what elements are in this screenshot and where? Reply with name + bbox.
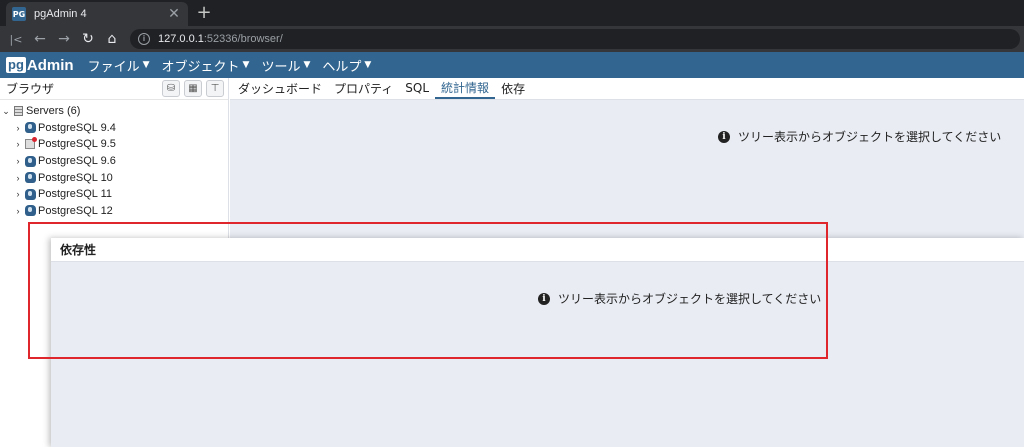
browser-panel-header: ブラウザ ⛁ ▦ ⊤ xyxy=(0,78,228,100)
tree-node-label: PostgreSQL 12 xyxy=(38,204,113,217)
logo-admin: Admin xyxy=(26,56,74,74)
chevron-right-icon[interactable]: › xyxy=(12,139,24,149)
browser-panel-title: ブラウザ xyxy=(6,82,55,96)
address-bar[interactable]: i 127.0.0.1:52336/browser/ xyxy=(130,29,1020,49)
postgresql-elephant-icon xyxy=(24,188,36,200)
pgadmin-favicon-icon: PG xyxy=(12,7,26,21)
server-disconnected-icon xyxy=(24,137,37,150)
chevron-down-icon[interactable]: ⌄ xyxy=(0,106,12,117)
tab-sql[interactable]: SQL xyxy=(399,77,435,99)
pgadmin-navbar: pg Admin ファイル ▼ オブジェクト ▼ ツール ▼ ヘルプ ▼ xyxy=(0,52,1024,78)
tree-node-label: PostgreSQL 9.6 xyxy=(38,155,116,168)
home-first-icon[interactable]: |< xyxy=(4,33,28,46)
url-host: 127.0.0.1 xyxy=(158,33,204,45)
tree-node-server[interactable]: › PostgreSQL 9.6 xyxy=(0,153,228,170)
menu-tools[interactable]: ツール ▼ xyxy=(261,56,310,75)
forward-arrow-icon[interactable]: → xyxy=(52,31,76,47)
url-path: :52336/browser/ xyxy=(203,33,283,45)
close-tab-icon[interactable]: ✕ xyxy=(166,6,182,22)
postgresql-elephant-icon xyxy=(24,172,36,184)
tree-node-label: Servers (6) xyxy=(26,105,81,118)
dependents-panel-header[interactable]: 依存性 xyxy=(51,238,1024,262)
postgresql-elephant-icon xyxy=(24,122,36,134)
chevron-right-icon[interactable]: › xyxy=(12,123,24,133)
object-tree: ⌄ Servers (6) › PostgreSQL 9.4 › Postgre… xyxy=(0,100,228,219)
menu-object-label: オブジェクト xyxy=(161,59,240,75)
menu-help[interactable]: ヘルプ ▼ xyxy=(322,56,371,75)
view-data-button[interactable]: ▦ xyxy=(184,80,202,97)
tree-node-label: PostgreSQL 9.4 xyxy=(38,121,116,134)
tree-node-server[interactable]: › PostgreSQL 12 xyxy=(0,203,228,220)
browser-tab-title: pgAdmin 4 xyxy=(34,8,87,20)
browser-tab-strip: PG pgAdmin 4 ✕ + xyxy=(0,0,1024,26)
chevron-down-icon: ▼ xyxy=(364,60,372,70)
chevron-right-icon[interactable]: › xyxy=(12,189,24,199)
filter-rows-button[interactable]: ⊤ xyxy=(206,80,224,97)
tab-statistics[interactable]: 統計情報 xyxy=(435,77,496,99)
browser-tab[interactable]: PG pgAdmin 4 ✕ xyxy=(6,2,188,26)
menu-file[interactable]: ファイル ▼ xyxy=(88,56,150,75)
browser-toolbar: |< ← → ↻ ⌂ i 127.0.0.1:52336/browser/ xyxy=(0,26,1024,52)
query-tool-button[interactable]: ⛁ xyxy=(162,80,180,97)
reload-icon[interactable]: ↻ xyxy=(76,31,100,47)
tree-node-label: PostgreSQL 9.5 xyxy=(38,138,116,151)
tab-properties[interactable]: プロパティ xyxy=(328,77,399,99)
tab-dependencies[interactable]: 依存 xyxy=(495,77,531,99)
postgresql-elephant-icon xyxy=(24,155,36,167)
logo-pg: pg xyxy=(6,57,26,73)
tree-node-servers[interactable]: ⌄ Servers (6) xyxy=(0,103,228,120)
dependents-panel-title: 依存性 xyxy=(60,243,97,257)
tree-node-server[interactable]: › PostgreSQL 10 xyxy=(0,169,228,186)
info-icon: i xyxy=(718,130,730,143)
chevron-right-icon[interactable]: › xyxy=(12,156,24,166)
postgresql-elephant-icon xyxy=(24,205,36,217)
new-tab-icon[interactable]: + xyxy=(194,3,214,23)
chevron-down-icon: ▼ xyxy=(242,60,250,70)
tree-node-server[interactable]: › PostgreSQL 9.4 xyxy=(0,120,228,137)
tree-node-label: PostgreSQL 10 xyxy=(38,171,113,184)
chevron-down-icon: ▼ xyxy=(303,60,311,70)
pgadmin-logo[interactable]: pg Admin xyxy=(6,57,74,74)
chevron-down-icon: ▼ xyxy=(142,60,150,70)
info-icon: i xyxy=(538,292,550,305)
menu-tools-label: ツール xyxy=(261,59,301,75)
menu-object[interactable]: オブジェクト ▼ xyxy=(162,56,250,75)
menu-help-label: ヘルプ xyxy=(322,59,362,75)
servers-icon xyxy=(12,106,24,117)
tree-node-label: PostgreSQL 11 xyxy=(38,188,112,201)
menu-file-label: ファイル xyxy=(87,59,140,75)
chevron-right-icon[interactable]: › xyxy=(12,206,24,216)
back-arrow-icon[interactable]: ← xyxy=(28,31,52,47)
empty-selection-message: i ツリー表示からオブジェクトを選択してください xyxy=(718,128,1001,145)
site-info-icon[interactable]: i xyxy=(138,33,150,45)
tree-node-server[interactable]: › PostgreSQL 11 xyxy=(0,186,228,203)
empty-selection-text: ツリー表示からオブジェクトを選択してください xyxy=(738,130,1002,144)
tab-dashboard[interactable]: ダッシュボード xyxy=(232,77,328,99)
dependents-panel: 依存性 i ツリー表示からオブジェクトを選択してください xyxy=(51,238,1024,447)
chevron-right-icon[interactable]: › xyxy=(12,173,24,183)
home-icon[interactable]: ⌂ xyxy=(100,31,124,47)
tree-node-server[interactable]: › PostgreSQL 9.5 xyxy=(0,136,228,153)
dependents-empty-text: ツリー表示からオブジェクトを選択してください xyxy=(558,292,822,306)
dependents-empty-message: i ツリー表示からオブジェクトを選択してください xyxy=(538,290,821,307)
main-tab-bar: ダッシュボード プロパティ SQL 統計情報 依存 xyxy=(230,78,1024,100)
